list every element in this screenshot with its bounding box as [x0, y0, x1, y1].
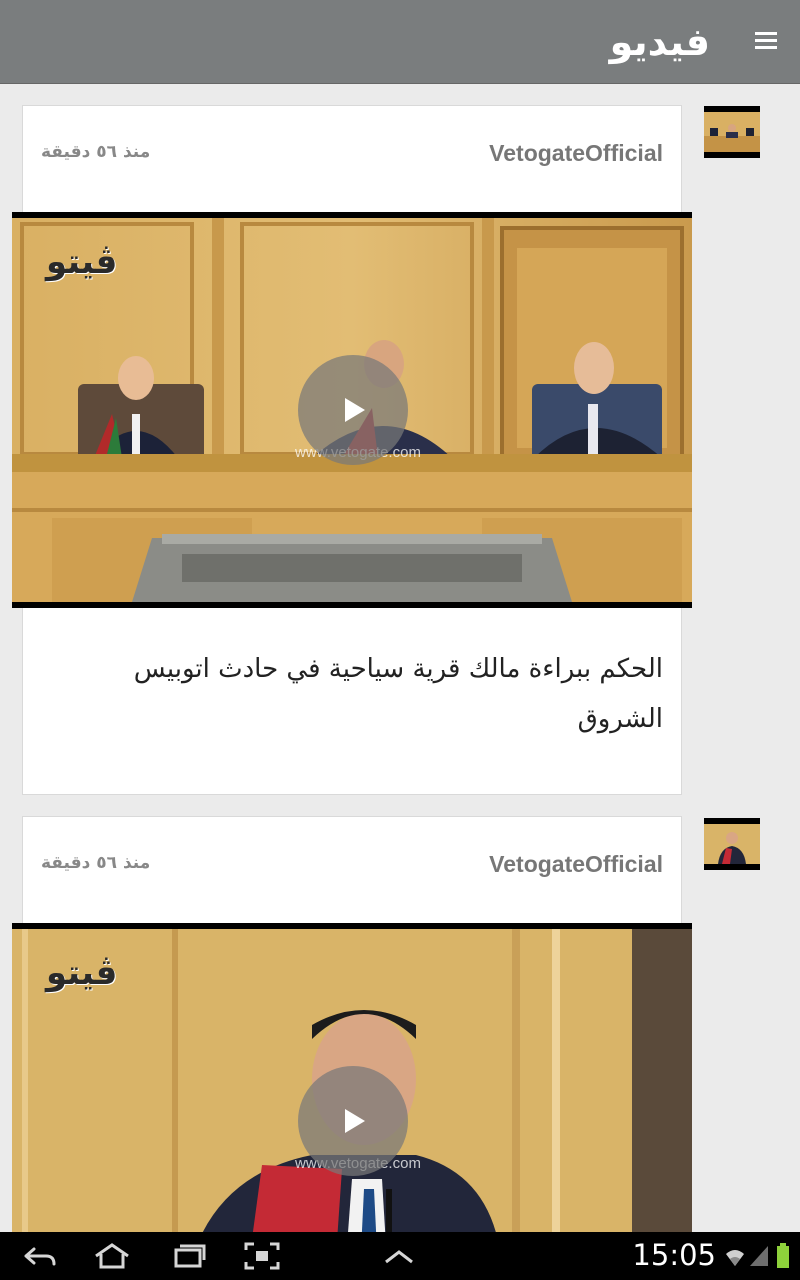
app-bar: فيديو: [0, 0, 800, 84]
system-nav-bar: 15:05: [0, 1232, 800, 1280]
channel-logo: ڤيتو: [46, 953, 118, 993]
play-icon[interactable]: [298, 355, 408, 465]
caption-line: الحكم ببراءة مالك قرية سياحية في حادث ات…: [133, 654, 663, 684]
timestamp: منذ ٥٦ دقيقة: [41, 853, 151, 873]
video-frame: ڤيتو www.vetogate.com: [12, 929, 692, 1232]
menu-button[interactable]: [752, 28, 780, 54]
thumbnail-image: [704, 112, 760, 152]
video-caption[interactable]: الحكم ببراءة مالك قرية سياحية في حادث ات…: [103, 644, 663, 744]
recent-apps-icon[interactable]: [166, 1240, 210, 1272]
video-frame: ڤيتو www.vetogate.com: [12, 218, 692, 602]
play-icon[interactable]: [298, 1066, 408, 1176]
thumbnail-image: [704, 824, 760, 864]
hamburger-icon: [755, 32, 777, 35]
card-header: VetogateOfficial منذ ٥٦ دقيقة: [23, 817, 681, 921]
video-card[interactable]: VetogateOfficial منذ ٥٦ دقيقة: [12, 816, 692, 1232]
video-feed[interactable]: VetogateOfficial منذ ٥٦ دقيقة ڤيتو الحكم…: [0, 84, 800, 1232]
video-thumbnail[interactable]: ڤيتو www.vetogate.com: [12, 923, 692, 1232]
caption-line: الشروق: [577, 704, 663, 734]
battery-icon: [777, 1243, 789, 1268]
timestamp: منذ ٥٦ دقيقة: [41, 142, 151, 162]
video-card[interactable]: VetogateOfficial منذ ٥٦ دقيقة: [12, 105, 692, 795]
wifi-icon: [726, 1250, 744, 1266]
side-thumbnail[interactable]: [704, 106, 760, 158]
side-thumbnail[interactable]: [704, 818, 760, 870]
channel-name[interactable]: VetogateOfficial: [489, 851, 663, 878]
card-header: VetogateOfficial منذ ٥٦ دقيقة: [23, 106, 681, 210]
video-thumbnail[interactable]: ڤيتو www.vetogate.com: [12, 212, 692, 608]
channel-name[interactable]: VetogateOfficial: [489, 140, 663, 167]
back-icon[interactable]: [20, 1240, 60, 1272]
screenshot-icon[interactable]: [242, 1240, 282, 1272]
clock: 15:05: [632, 1238, 716, 1272]
home-icon[interactable]: [90, 1240, 134, 1272]
page-title: فيديو: [609, 20, 710, 64]
up-chevron-icon[interactable]: [382, 1240, 416, 1272]
signal-icon: [750, 1246, 768, 1266]
channel-logo: ڤيتو: [46, 242, 118, 282]
